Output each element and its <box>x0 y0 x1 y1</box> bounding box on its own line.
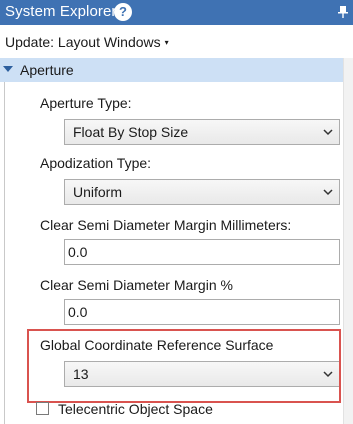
checkbox-unchecked-icon[interactable] <box>36 402 49 415</box>
aperture-type-value: Float By Stop Size <box>73 124 189 140</box>
caret-down-icon: ▾ <box>164 38 169 47</box>
update-label: Update: Layout Windows <box>5 34 161 50</box>
vertical-scrollbar[interactable] <box>343 58 353 424</box>
aperture-panel: Aperture Type: Float By Stop Size Apodiz… <box>4 82 341 424</box>
window-titlebar: System Explorer ? <box>0 0 353 25</box>
aperture-type-label: Aperture Type: <box>40 95 132 111</box>
expand-arrow-icon[interactable] <box>3 66 13 72</box>
telecentric-object-space-label: Telecentric Object Space <box>58 401 213 417</box>
clear-semi-diameter-pct-field[interactable] <box>64 299 340 325</box>
update-dropdown[interactable]: Update: Layout Windows ▾ <box>5 33 169 52</box>
apodization-type-value: Uniform <box>73 184 123 200</box>
pin-icon[interactable] <box>337 6 349 18</box>
section-header-aperture[interactable]: Aperture <box>0 58 343 82</box>
chevron-down-icon <box>323 129 333 136</box>
chevron-down-icon <box>323 371 333 378</box>
clear-semi-diameter-pct-input[interactable] <box>65 300 339 324</box>
clear-semi-diameter-mm-label: Clear Semi Diameter Margin Millimeters: <box>40 217 292 233</box>
help-icon[interactable]: ? <box>114 3 132 21</box>
global-coord-ref-surface-select[interactable]: 13 <box>64 361 340 387</box>
apodization-type-select[interactable]: Uniform <box>64 179 340 205</box>
clear-semi-diameter-mm-input[interactable] <box>65 240 339 264</box>
clear-semi-diameter-mm-field[interactable] <box>64 239 340 265</box>
toolbar: Update: Layout Windows ▾ <box>0 25 353 58</box>
aperture-type-select[interactable]: Float By Stop Size <box>64 119 340 145</box>
clear-semi-diameter-pct-label: Clear Semi Diameter Margin % <box>40 277 233 293</box>
window-title: System Explorer <box>5 3 117 20</box>
global-coord-ref-surface-label: Global Coordinate Reference Surface <box>40 337 274 353</box>
chevron-down-icon <box>323 189 333 196</box>
global-coord-ref-surface-value: 13 <box>73 366 89 382</box>
section-label: Aperture <box>20 62 74 78</box>
apodization-type-label: Apodization Type: <box>40 155 152 171</box>
